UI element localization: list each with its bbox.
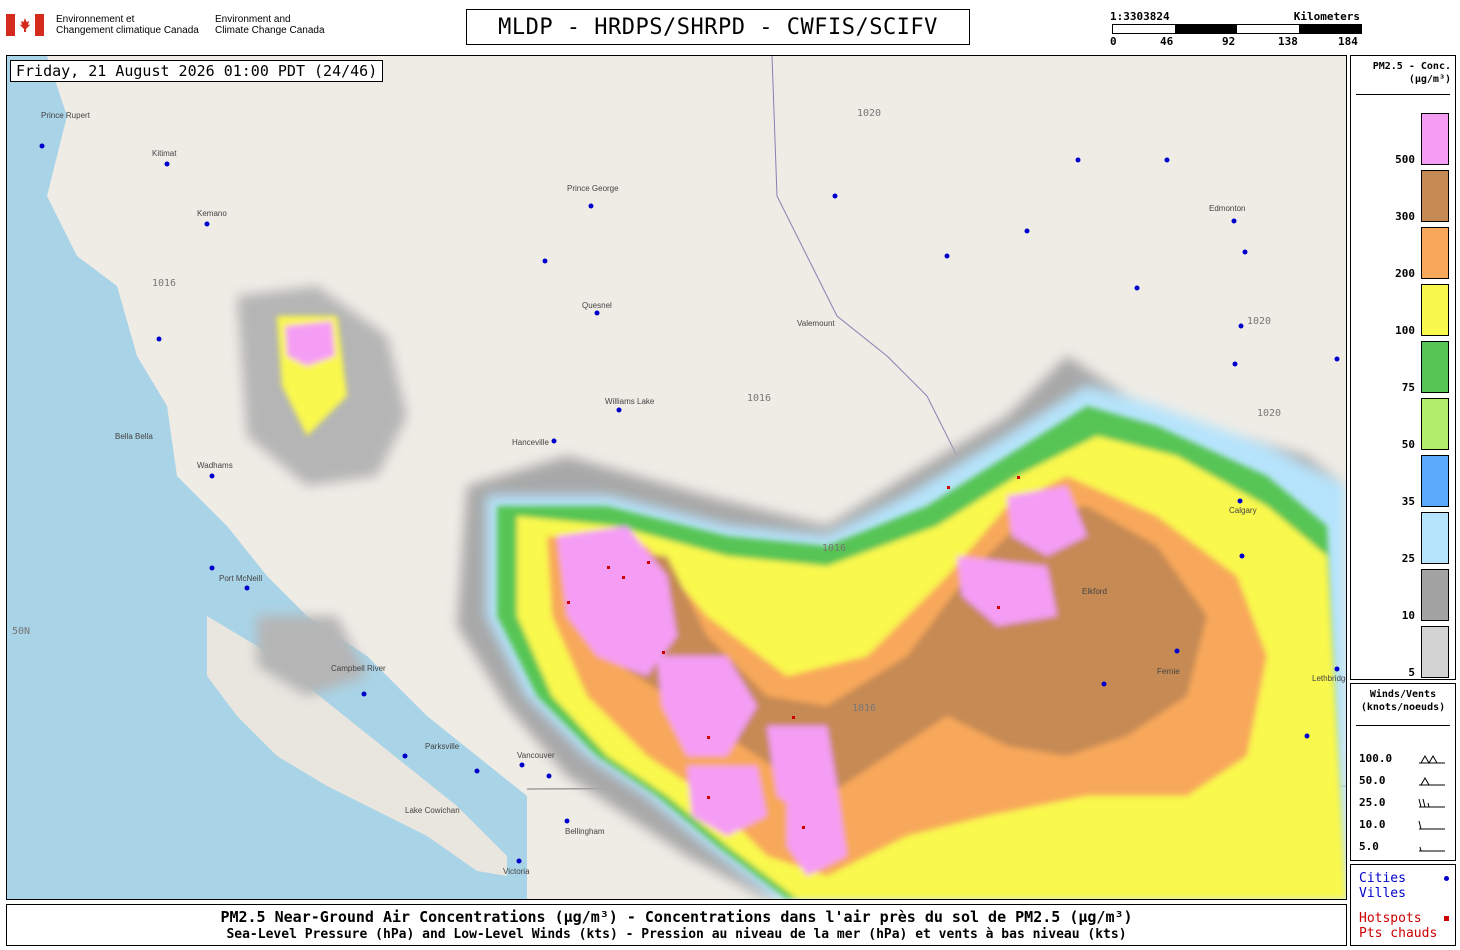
isobar-label: 1020 bbox=[857, 108, 881, 119]
place-label: Lethbridge bbox=[1312, 674, 1346, 683]
legend-swatch bbox=[1421, 512, 1449, 564]
canada-flag-icon bbox=[6, 14, 44, 36]
legend-swatch bbox=[1421, 227, 1449, 279]
place-label: Parksville bbox=[425, 742, 460, 751]
scale-tick: 138 bbox=[1278, 35, 1298, 48]
scale-bar-graphic bbox=[1112, 24, 1362, 34]
legend-label: 10 bbox=[1401, 609, 1415, 622]
legend-label: 25 bbox=[1401, 552, 1415, 565]
wind-speed-label: 50.0 bbox=[1359, 774, 1386, 787]
place-label: Port McNeill bbox=[219, 574, 262, 583]
isobar-label: 1020 bbox=[1247, 316, 1271, 327]
legend-swatch bbox=[1421, 626, 1449, 678]
place-label: Vancouver bbox=[517, 751, 555, 760]
legend-label: 200 bbox=[1395, 267, 1415, 280]
scale-tick: 92 bbox=[1222, 35, 1236, 48]
place-label: Prince Rupert bbox=[41, 111, 91, 120]
isobar-label: 1016 bbox=[747, 393, 771, 404]
legend-label: 50 bbox=[1401, 438, 1415, 451]
valid-time-label: Friday, 21 August 2026 01:00 PDT (24/46) bbox=[10, 60, 384, 82]
scale-unit: Kilometers bbox=[1293, 10, 1360, 23]
wind-speed-label: 5.0 bbox=[1359, 840, 1379, 853]
scale-bar: 1:3303824 Kilometers 0 46 92 138 184 bbox=[1108, 10, 1364, 50]
wind-speed-label: 100.0 bbox=[1359, 752, 1393, 765]
legend-swatch bbox=[1421, 398, 1449, 450]
city-dot-icon bbox=[1444, 876, 1449, 881]
legend-label: 500 bbox=[1395, 153, 1415, 166]
place-label: Valemount bbox=[797, 319, 835, 328]
place-label: Edmonton bbox=[1209, 204, 1245, 213]
legend-label: 5 bbox=[1408, 666, 1415, 679]
place-label: Kemano bbox=[197, 209, 227, 218]
place-label: Williams Lake bbox=[605, 397, 655, 406]
isobar-label: 1016 bbox=[852, 703, 876, 714]
wind-barb-icon bbox=[1419, 776, 1445, 786]
legend-swatch bbox=[1421, 170, 1449, 222]
scale-tick: 0 bbox=[1110, 35, 1117, 48]
place-label: Quesnel bbox=[582, 301, 612, 310]
place-label: Calgary bbox=[1229, 506, 1257, 515]
legend-swatch bbox=[1421, 284, 1449, 336]
legend-swatch bbox=[1421, 569, 1449, 621]
legend-label: 75 bbox=[1401, 381, 1415, 394]
place-label: Victoria bbox=[503, 867, 530, 876]
agency-fr-line1: Environnement et bbox=[56, 14, 135, 25]
agency-en-line2: Climate Change Canada bbox=[215, 25, 325, 36]
map-caption: PM2.5 Near-Ground Air Concentrations (µg… bbox=[6, 904, 1347, 946]
legend-title: PM2.5 - Conc. (µg/m³) bbox=[1372, 61, 1451, 85]
place-label: Campbell River bbox=[331, 664, 386, 673]
isobar-label: 1016 bbox=[152, 278, 176, 289]
legend-swatch bbox=[1421, 113, 1449, 165]
legend-label: 100 bbox=[1395, 324, 1415, 337]
legend-label: 35 bbox=[1401, 495, 1415, 508]
place-label: Hanceville bbox=[512, 438, 549, 447]
product-title: MLDP - HRDPS/SHRPD - CWFIS/SCIFV bbox=[466, 9, 970, 45]
wind-barb-icon bbox=[1418, 798, 1445, 808]
concentration-legend: PM2.5 - Conc. (µg/m³) 500 300 200 100 75 50 35… bbox=[1350, 55, 1456, 680]
place-label: Bellingham bbox=[565, 827, 605, 836]
isobar-label: 1016 bbox=[822, 543, 846, 554]
place-label: Lake Cowichan bbox=[405, 806, 460, 815]
wind-legend-title: Winds/Vents (knots/noeuds) bbox=[1360, 689, 1446, 713]
scale-tick: 184 bbox=[1338, 35, 1358, 48]
wind-barb-icon bbox=[1418, 820, 1445, 830]
hotspot-square-icon bbox=[1444, 916, 1449, 921]
smoke-forecast-map[interactable]: 1016 1016 1016 1016 1020 1020 1020 50N P… bbox=[6, 55, 1347, 900]
caption-line2: Sea-Level Pressure (hPa) and Low-Level W… bbox=[226, 927, 1127, 942]
agency-en-line1: Environment and bbox=[215, 14, 291, 25]
place-label: Kitimat bbox=[152, 149, 177, 158]
cities-key-label: Cities Villes bbox=[1359, 871, 1406, 901]
isobar-label: 1020 bbox=[1257, 408, 1281, 419]
eccc-logo: Environnement et Changement climatique C… bbox=[6, 12, 336, 40]
caption-line1: PM2.5 Near-Ground Air Concentrations (µg… bbox=[220, 908, 1133, 926]
scale-tick: 46 bbox=[1160, 35, 1174, 48]
wind-barb-icon bbox=[1419, 846, 1445, 852]
place-label: Prince George bbox=[567, 184, 619, 193]
legend-swatch bbox=[1421, 455, 1449, 507]
agency-fr-line2: Changement climatique Canada bbox=[56, 25, 199, 36]
place-label: Bella Bella bbox=[115, 432, 153, 441]
place-label: Fernie bbox=[1157, 667, 1180, 676]
wind-barb-icon bbox=[1419, 754, 1445, 764]
scale-ratio: 1:3303824 bbox=[1110, 10, 1170, 23]
place-label: Wadhams bbox=[197, 461, 233, 470]
symbols-key: Cities Villes Hotspots Pts chauds bbox=[1350, 864, 1456, 946]
legend-swatch bbox=[1421, 341, 1449, 393]
wind-legend: Winds/Vents (knots/noeuds) 100.0 50.0 25… bbox=[1350, 683, 1456, 861]
hotspots-key-label: Hotspots Pts chauds bbox=[1359, 911, 1438, 941]
legend-label: 300 bbox=[1395, 210, 1415, 223]
wind-speed-label: 25.0 bbox=[1359, 796, 1386, 809]
wind-speed-label: 10.0 bbox=[1359, 818, 1386, 831]
place-label: Elkford bbox=[1082, 587, 1107, 596]
latitude-label: 50N bbox=[12, 626, 30, 637]
